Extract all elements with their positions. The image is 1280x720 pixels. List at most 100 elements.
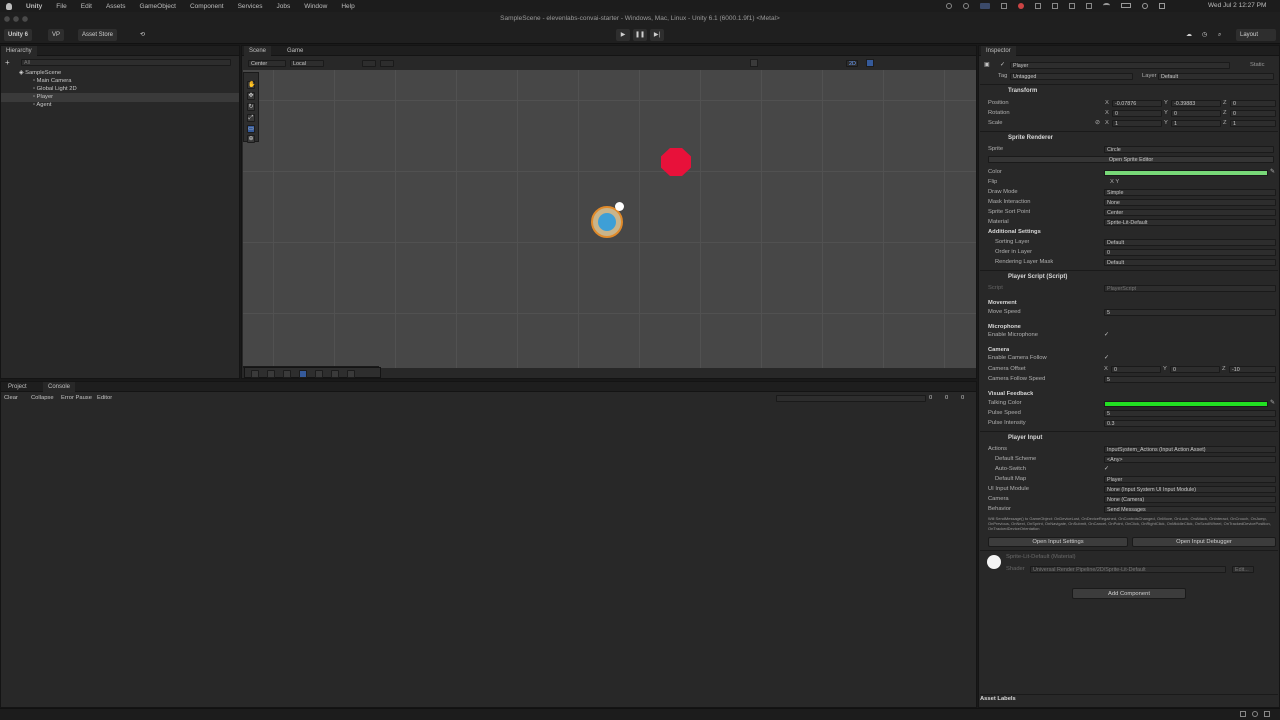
- behavior-dropdown[interactable]: Send Messages: [1104, 506, 1276, 513]
- talking-color-swatch[interactable]: [1104, 401, 1268, 407]
- console-clear-button[interactable]: Clear: [4, 394, 18, 403]
- position-z[interactable]: 0: [1230, 100, 1276, 107]
- menu-file[interactable]: File: [56, 3, 66, 10]
- default-map-dropdown[interactable]: Player: [1104, 476, 1276, 483]
- move-speed-field[interactable]: 5: [1104, 309, 1276, 316]
- account-button[interactable]: Unity 6: [4, 29, 33, 41]
- step-button[interactable]: ▶|: [650, 29, 664, 41]
- scale-z[interactable]: 1: [1230, 120, 1276, 127]
- history-button[interactable]: ⟲: [136, 29, 148, 41]
- status-icon[interactable]: [946, 3, 952, 9]
- effects-icon[interactable]: [750, 59, 758, 67]
- console-search[interactable]: [776, 395, 926, 402]
- status-icon[interactable]: [1035, 3, 1041, 9]
- console-editor-dropdown[interactable]: Editor: [97, 394, 112, 403]
- pulse-intensity-field[interactable]: 0.3: [1104, 420, 1276, 427]
- transform-header[interactable]: Transform: [980, 86, 1278, 96]
- status-icon[interactable]: [1001, 3, 1007, 9]
- scale-y[interactable]: 1: [1171, 120, 1221, 127]
- add-component-button[interactable]: Add Component: [1072, 588, 1186, 599]
- battery-icon[interactable]: [1121, 3, 1131, 8]
- mode-2d-button[interactable]: 2D: [846, 60, 858, 67]
- position-y[interactable]: -0.39883: [1171, 100, 1221, 107]
- add-icon[interactable]: +: [5, 58, 10, 67]
- menu-component[interactable]: Component: [190, 3, 224, 10]
- rotate-tool-icon[interactable]: ↻: [247, 103, 255, 111]
- shader-dropdown[interactable]: Universal Render Pipeline/2D/Sprite-Lit-…: [1030, 566, 1226, 573]
- static-toggle[interactable]: Static: [1250, 61, 1265, 70]
- scale-tool-icon[interactable]: ⤢: [247, 114, 255, 122]
- status-icon[interactable]: [1069, 3, 1075, 9]
- menu-help[interactable]: Help: [341, 3, 354, 10]
- console-count-error[interactable]: 0: [961, 394, 964, 403]
- console-error-pause-button[interactable]: Error Pause: [61, 394, 92, 403]
- asset-store-button[interactable]: Asset Store: [78, 29, 118, 41]
- menu-jobs[interactable]: Jobs: [277, 3, 291, 10]
- rendering-layer-mask-dropdown[interactable]: Default: [1104, 259, 1276, 266]
- menu-edit[interactable]: Edit: [81, 3, 92, 10]
- enable-camera-follow-checkbox[interactable]: ✓: [1104, 354, 1109, 363]
- asset-labels[interactable]: Asset Labels: [980, 695, 1016, 704]
- status-icon[interactable]: [963, 3, 969, 9]
- tile-tool-icon[interactable]: [251, 370, 259, 378]
- tab-game[interactable]: Game: [282, 46, 308, 56]
- traffic-lights[interactable]: [4, 16, 30, 22]
- grid-snap-button[interactable]: [362, 60, 376, 67]
- tag-dropdown[interactable]: Untagged: [1010, 73, 1133, 80]
- gizmo-toggle-icon[interactable]: [866, 59, 874, 67]
- player-input-header[interactable]: Player Input: [980, 433, 1278, 443]
- hierarchy-item[interactable]: ▫ Agent: [33, 101, 233, 110]
- sort-point-dropdown[interactable]: Center: [1104, 209, 1276, 216]
- bug-icon[interactable]: [1252, 711, 1258, 717]
- order-in-layer-field[interactable]: 0: [1104, 249, 1276, 256]
- open-input-settings-button[interactable]: Open Input Settings: [988, 537, 1128, 547]
- constrain-scale-icon[interactable]: ⊘: [1095, 119, 1100, 128]
- ui-input-module-field[interactable]: None (Input System UI Input Module): [1104, 486, 1276, 493]
- eyedropper-icon[interactable]: ✎: [1270, 399, 1275, 408]
- progress-icon[interactable]: [1264, 711, 1270, 717]
- tile-tool-icon[interactable]: [299, 370, 307, 378]
- pulse-speed-field[interactable]: 5: [1104, 410, 1276, 417]
- player-script-header[interactable]: Player Script (Script): [980, 272, 1278, 282]
- object-name-field[interactable]: Player: [1010, 62, 1230, 69]
- tab-project[interactable]: Project: [3, 382, 32, 392]
- menu-app[interactable]: Unity: [26, 3, 42, 10]
- position-x[interactable]: -0.07876: [1112, 100, 1162, 107]
- tile-tool-icon[interactable]: [267, 370, 275, 378]
- camera-follow-speed-field[interactable]: 5: [1104, 376, 1276, 383]
- camera-offset-y[interactable]: 0: [1170, 366, 1220, 373]
- space-dropdown[interactable]: Local: [290, 60, 324, 67]
- player-sprite[interactable]: [591, 202, 624, 238]
- tab-inspector[interactable]: Inspector: [981, 46, 1016, 56]
- tile-tool-icon[interactable]: [347, 370, 355, 378]
- control-center-icon[interactable]: [1159, 3, 1165, 9]
- tile-tool-icon[interactable]: [331, 370, 339, 378]
- mask-interaction-dropdown[interactable]: None: [1104, 199, 1276, 206]
- layout-dropdown[interactable]: Layout: [1236, 29, 1276, 41]
- actions-field[interactable]: InputSystem_Actions (Input Action Asset): [1104, 446, 1276, 453]
- tab-console[interactable]: Console: [43, 382, 76, 392]
- sprite-renderer-header[interactable]: Sprite Renderer: [980, 133, 1278, 143]
- camera-offset-x[interactable]: 0: [1111, 366, 1161, 373]
- camera-offset-z[interactable]: -10: [1229, 366, 1276, 373]
- pause-button[interactable]: ❚❚: [633, 29, 647, 41]
- search-icon[interactable]: [1142, 3, 1148, 9]
- scene-viewport[interactable]: ✋ ✥ ↻ ⤢ ▭ ⊕: [243, 70, 976, 368]
- status-icon[interactable]: [1086, 3, 1092, 9]
- rotation-x[interactable]: 0: [1112, 110, 1162, 117]
- network-icon[interactable]: [1240, 711, 1246, 717]
- menu-services[interactable]: Services: [238, 3, 263, 10]
- status-icon[interactable]: [1052, 3, 1058, 9]
- flip-toggles[interactable]: X Y: [1110, 178, 1119, 187]
- apple-icon[interactable]: [6, 2, 12, 10]
- agent-sprite[interactable]: [661, 148, 691, 176]
- search-icon[interactable]: ⌕: [1214, 29, 1226, 41]
- rotation-z[interactable]: 0: [1230, 110, 1276, 117]
- enable-microphone-checkbox[interactable]: ✓: [1104, 331, 1109, 340]
- open-input-debugger-button[interactable]: Open Input Debugger: [1132, 537, 1276, 547]
- tab-scene[interactable]: Scene: [244, 46, 272, 56]
- status-icon[interactable]: [980, 3, 990, 9]
- transform-tool-icon[interactable]: ⊕: [247, 135, 255, 143]
- console-count-info[interactable]: 0: [929, 394, 932, 403]
- layer-dropdown[interactable]: Default: [1158, 73, 1274, 80]
